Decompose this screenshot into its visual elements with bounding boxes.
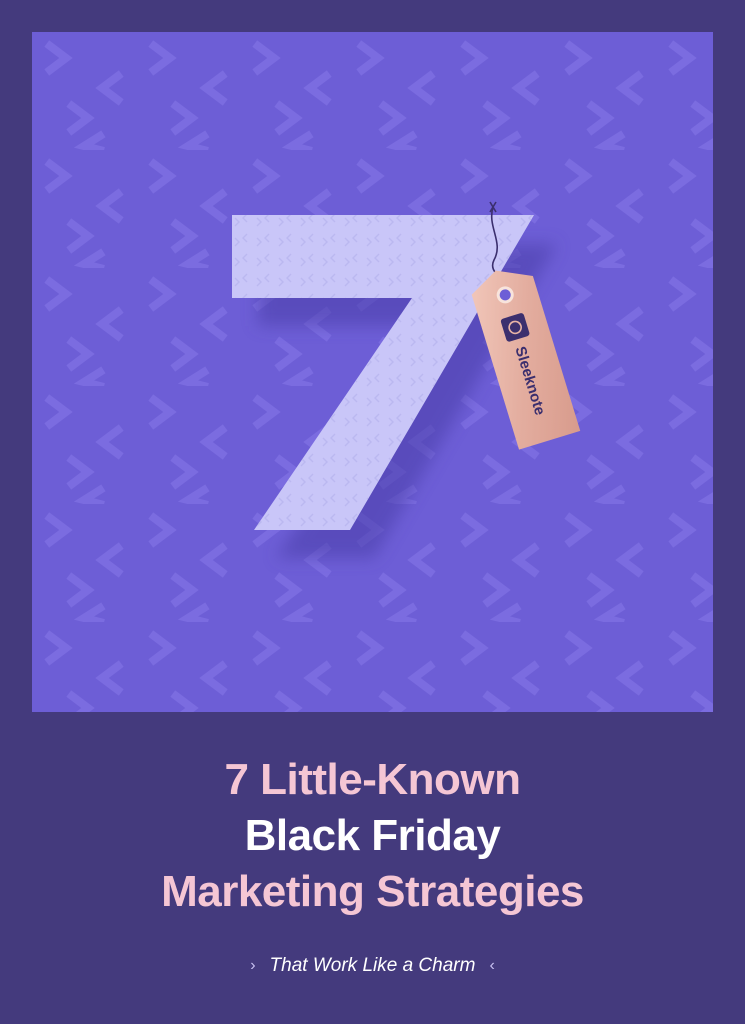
title-line-2: Black Friday [244, 811, 501, 860]
hero-illustration: Sleeknote [32, 32, 713, 712]
hero-artwork: Sleeknote [32, 32, 713, 712]
chevron-left-icon: ‹ [489, 957, 495, 974]
title-line-1: 7 Little-Known [224, 755, 521, 804]
title-line-3: Marketing Strategies [161, 867, 584, 916]
tagline-text: That Work Like a Charm [269, 955, 476, 976]
chevron-right-icon: › [250, 957, 256, 974]
tagline: › That Work Like a Charm ‹ [0, 955, 745, 977]
title-block: 7 Little-Known Black Friday Marketing St… [0, 752, 745, 920]
